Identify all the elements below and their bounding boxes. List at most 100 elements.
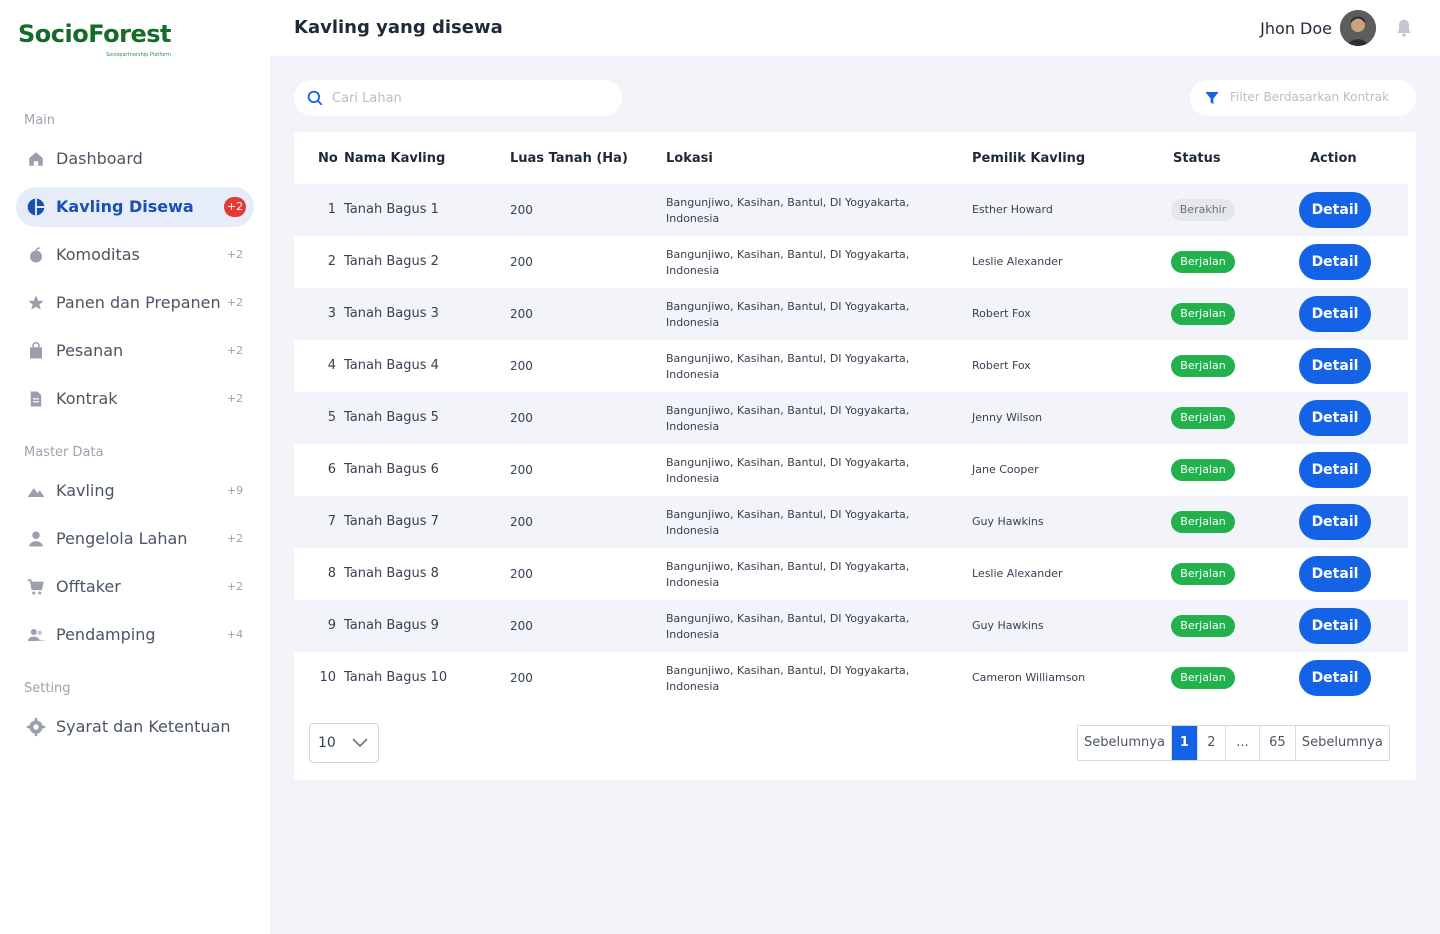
sidebar-item-panen[interactable]: Panen dan Prepanen +2 xyxy=(16,283,254,323)
cell-location: Bangunjiwo, Kasihan, Bantul, DI Yogyakar… xyxy=(666,248,910,277)
cell-area: 200 xyxy=(510,255,533,269)
pagination-page[interactable]: 2 xyxy=(1197,726,1226,760)
sidebar-item-offtaker[interactable]: Offtaker +2 xyxy=(16,567,254,607)
gear-icon xyxy=(26,717,46,737)
column-header-area: Luas Tanah (Ha) xyxy=(510,151,628,166)
table-row: 3 Tanah Bagus 3 200 Bangunjiwo, Kasihan, Ba… xyxy=(294,288,1408,340)
cell-area: 200 xyxy=(510,411,533,425)
page-title: Kavling yang disewa xyxy=(294,17,503,38)
brand-logo[interactable]: SocioForest Sociopartnership Platform xyxy=(18,16,188,60)
section-label-main: Main xyxy=(24,113,56,128)
detail-button[interactable]: Detail xyxy=(1299,244,1371,280)
status-badge: Berjalan xyxy=(1171,667,1235,689)
table-row: 4 Tanah Bagus 4 200 Bangunjiwo, Kasihan, Ba… xyxy=(294,340,1408,392)
cell-plot-name: Tanah Bagus 9 xyxy=(344,618,439,633)
sidebar-item-label: Kontrak xyxy=(56,389,118,408)
column-header-action: Action xyxy=(1310,151,1357,166)
detail-button[interactable]: Detail xyxy=(1299,400,1371,436)
cell-owner: Guy Hawkins xyxy=(972,515,1044,528)
filter-button[interactable]: Filter Berdasarkan Kontrak xyxy=(1190,80,1416,116)
search-input[interactable] xyxy=(332,88,612,108)
cell-no: 8 xyxy=(327,566,336,581)
brand-tagline: Sociopartnership Platform xyxy=(106,52,171,58)
detail-button[interactable]: Detail xyxy=(1299,192,1371,228)
fruit-icon xyxy=(26,245,46,265)
table-row: 5 Tanah Bagus 5 200 Bangunjiwo, Kasihan, Ba… xyxy=(294,392,1408,444)
cell-owner: Leslie Alexander xyxy=(972,567,1063,580)
sidebar-item-pesanan[interactable]: Pesanan +2 xyxy=(16,331,254,371)
landscape-icon xyxy=(26,481,46,501)
cell-area: 200 xyxy=(510,359,533,373)
pagination-prev[interactable]: Sebelumnya xyxy=(1078,726,1172,760)
detail-button[interactable]: Detail xyxy=(1299,452,1371,488)
cell-area: 200 xyxy=(510,463,533,477)
cell-location: Bangunjiwo, Kasihan, Bantul, DI Yogyakar… xyxy=(666,404,910,433)
pagination-page[interactable]: 65 xyxy=(1259,726,1296,760)
page-size-select[interactable]: 10 xyxy=(309,723,379,763)
cell-no: 9 xyxy=(327,618,336,633)
cell-plot-name: Tanah Bagus 2 xyxy=(344,254,439,269)
cell-no: 1 xyxy=(327,202,336,217)
cell-plot-name: Tanah Bagus 7 xyxy=(344,514,439,529)
cell-plot-name: Tanah Bagus 8 xyxy=(344,566,439,581)
status-badge: Berjalan xyxy=(1171,511,1235,533)
cell-no: 5 xyxy=(327,410,336,425)
table-row: 2 Tanah Bagus 2 200 Bangunjiwo, Kasihan, Ba… xyxy=(294,236,1408,288)
status-badge: Berjalan xyxy=(1171,407,1235,429)
sidebar-item-dashboard[interactable]: Dashboard xyxy=(16,139,254,179)
page-size-value: 10 xyxy=(318,735,336,751)
avatar[interactable] xyxy=(1340,10,1376,46)
pagination-page[interactable]: 1 xyxy=(1171,726,1198,760)
sidebar-item-label: Pendamping xyxy=(56,625,156,644)
cell-area: 200 xyxy=(510,515,533,529)
search-box[interactable] xyxy=(294,80,622,116)
sidebar-badge: +4 xyxy=(226,628,244,641)
pagination-next[interactable]: Sebelumnya xyxy=(1295,726,1389,760)
cart-icon xyxy=(26,577,46,597)
brand-name: SocioForest xyxy=(18,20,172,48)
search-icon xyxy=(307,90,323,106)
cell-owner: Jenny Wilson xyxy=(972,411,1043,424)
sidebar-badge: +2 xyxy=(226,248,244,261)
cell-plot-name: Tanah Bagus 3 xyxy=(344,306,439,321)
sidebar-item-kontrak[interactable]: Kontrak +2 xyxy=(16,379,254,419)
sidebar-item-pendamping[interactable]: Pendamping +4 xyxy=(16,615,254,655)
sidebar-item-label: Syarat dan Ketentuan xyxy=(56,717,231,736)
detail-button[interactable]: Detail xyxy=(1299,504,1371,540)
cell-no: 2 xyxy=(327,254,336,269)
sidebar-badge: +2 xyxy=(226,532,244,545)
table-row: 10 Tanah Bagus 10 200 Bangunjiwo, Kasihan, … xyxy=(294,652,1408,704)
cell-owner: Robert Fox xyxy=(972,307,1031,320)
detail-button[interactable]: Detail xyxy=(1299,348,1371,384)
sidebar-item-komoditas[interactable]: Komoditas +2 xyxy=(16,235,254,275)
detail-button[interactable]: Detail xyxy=(1299,660,1371,696)
users-icon xyxy=(26,625,46,645)
sidebar-item-label: Offtaker xyxy=(56,577,121,596)
column-header-status: Status xyxy=(1173,151,1221,166)
sidebar-item-kavling-disewa[interactable]: Kavling Disewa +2 xyxy=(16,187,254,227)
sidebar-item-syarat-ketentuan[interactable]: Syarat dan Ketentuan xyxy=(16,707,254,747)
cell-no: 3 xyxy=(327,306,336,321)
cell-location: Bangunjiwo, Kasihan, Bantul, DI Yogyakar… xyxy=(666,612,910,641)
sidebar-item-label: Komoditas xyxy=(56,245,140,264)
detail-button[interactable]: Detail xyxy=(1299,608,1371,644)
status-badge: Berjalan xyxy=(1171,251,1235,273)
user-name[interactable]: Jhon Doe xyxy=(1260,19,1332,38)
detail-button[interactable]: Detail xyxy=(1299,296,1371,332)
sidebar-badge: +2 xyxy=(226,392,244,405)
column-header-no: No xyxy=(318,151,338,166)
cell-area: 200 xyxy=(510,619,533,633)
sidebar-item-kavling[interactable]: Kavling +9 xyxy=(16,471,254,511)
sidebar-badge: +2 xyxy=(226,296,244,309)
detail-button[interactable]: Detail xyxy=(1299,556,1371,592)
sidebar-item-pengelola-lahan[interactable]: Pengelola Lahan +2 xyxy=(16,519,254,559)
bell-icon[interactable] xyxy=(1394,18,1414,38)
sidebar-item-label: Dashboard xyxy=(56,149,143,168)
cell-location: Bangunjiwo, Kasihan, Bantul, DI Yogyakar… xyxy=(666,508,910,537)
cell-owner: Esther Howard xyxy=(972,203,1053,216)
sidebar-item-label: Kavling xyxy=(56,481,115,500)
shopping-bag-icon xyxy=(26,341,46,361)
chevron-down-icon xyxy=(352,738,368,748)
cell-owner: Guy Hawkins xyxy=(972,619,1044,632)
sidebar-item-label: Kavling Disewa xyxy=(56,197,194,216)
